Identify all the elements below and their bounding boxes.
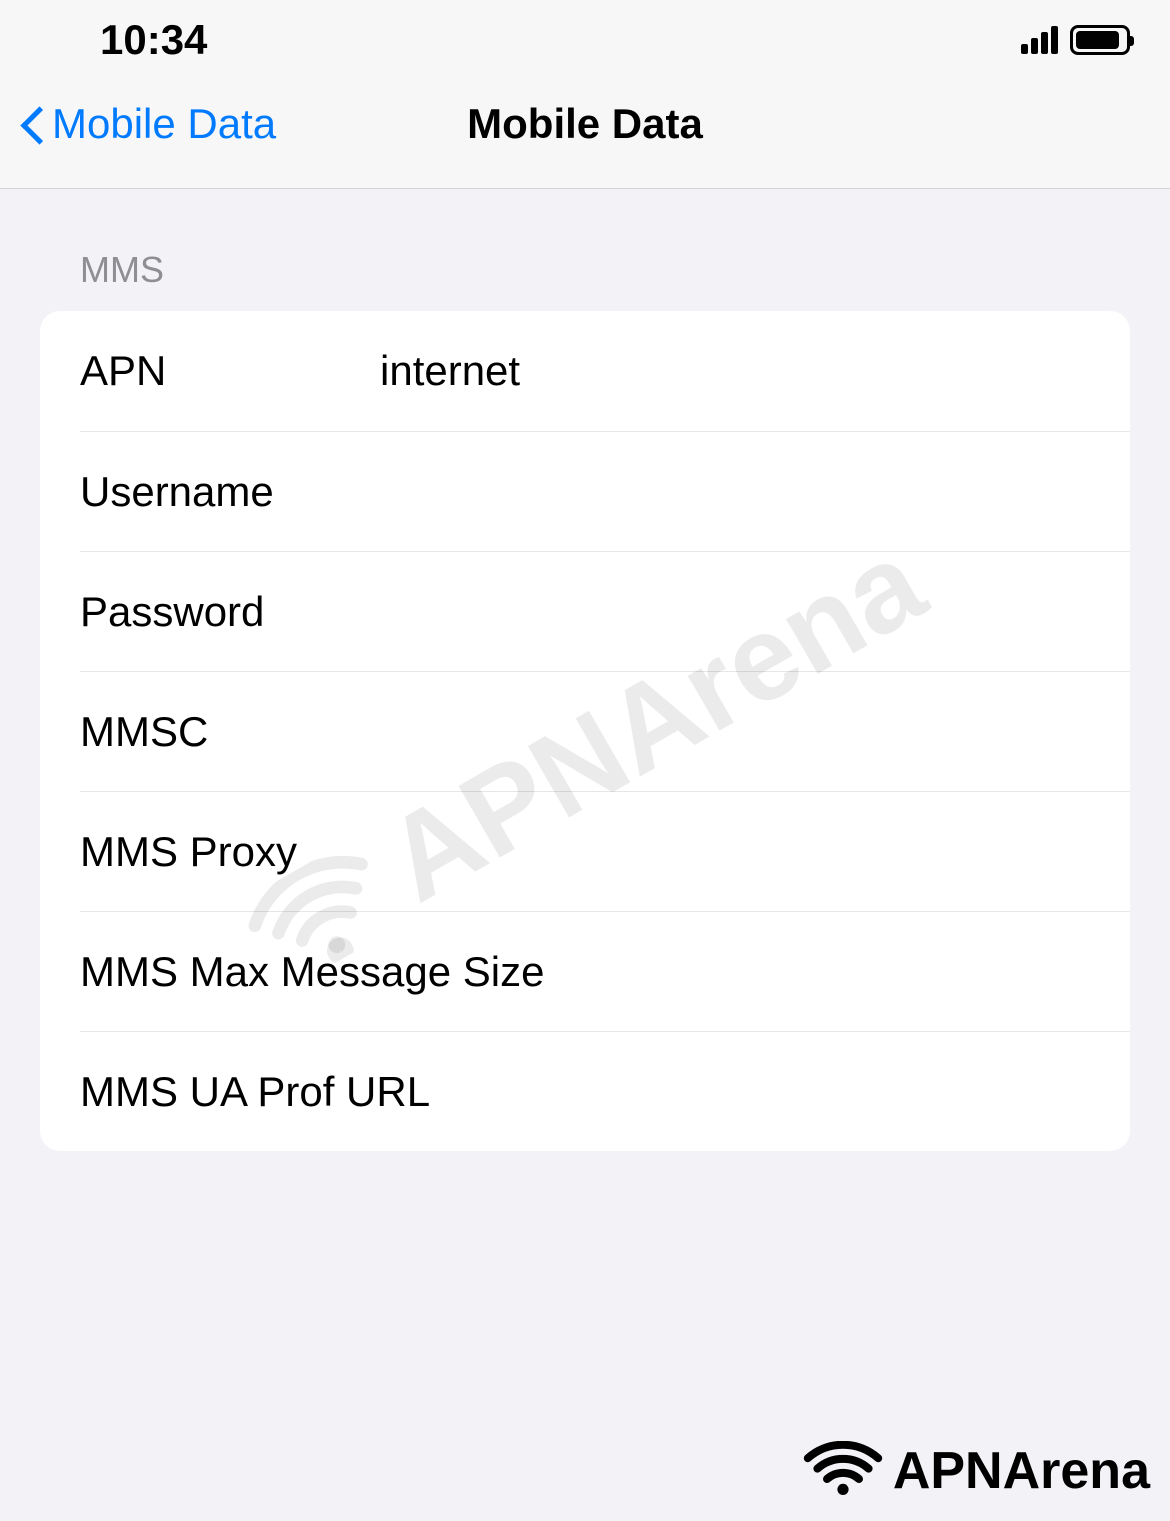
password-row[interactable]: Password [80,551,1130,671]
footer-logo-text: APNArena [893,1441,1150,1501]
mms-max-size-label: MMS Max Message Size [80,948,544,996]
mms-max-size-row[interactable]: MMS Max Message Size [80,911,1130,1031]
battery-icon [1070,25,1130,55]
back-button[interactable]: Mobile Data [20,100,276,148]
status-bar: 10:34 [0,0,1170,70]
mms-ua-prof-row[interactable]: MMS UA Prof URL [80,1031,1130,1151]
chevron-left-icon [20,104,44,144]
apn-label: APN [80,347,380,395]
mmsc-input[interactable] [380,708,1090,756]
apn-input[interactable] [380,347,1090,395]
mms-proxy-label: MMS Proxy [80,828,380,876]
wifi-icon [803,1441,883,1501]
mmsc-row[interactable]: MMSC [80,671,1130,791]
content-area: MMS APN Username Password MMSC MMS Proxy… [0,189,1170,1151]
mms-proxy-input[interactable] [380,828,1090,876]
mms-ua-prof-input[interactable] [430,1068,1090,1116]
mms-ua-prof-label: MMS UA Prof URL [80,1068,430,1116]
status-time: 10:34 [100,16,207,64]
password-label: Password [80,588,380,636]
page-title: Mobile Data [467,100,703,148]
cellular-signal-icon [1021,26,1058,54]
username-input[interactable] [380,468,1090,516]
apn-row[interactable]: APN [40,311,1130,431]
footer-logo: APNArena [803,1441,1150,1501]
password-input[interactable] [380,588,1090,636]
status-icons [1021,25,1130,55]
navigation-bar: Mobile Data Mobile Data [0,70,1170,189]
mms-proxy-row[interactable]: MMS Proxy [80,791,1130,911]
mmsc-label: MMSC [80,708,380,756]
username-label: Username [80,468,380,516]
username-row[interactable]: Username [80,431,1130,551]
section-header-mms: MMS [80,249,1130,291]
back-label: Mobile Data [52,100,276,148]
mms-max-size-input[interactable] [544,948,1090,996]
mms-settings-group: APN Username Password MMSC MMS Proxy MMS… [40,311,1130,1151]
